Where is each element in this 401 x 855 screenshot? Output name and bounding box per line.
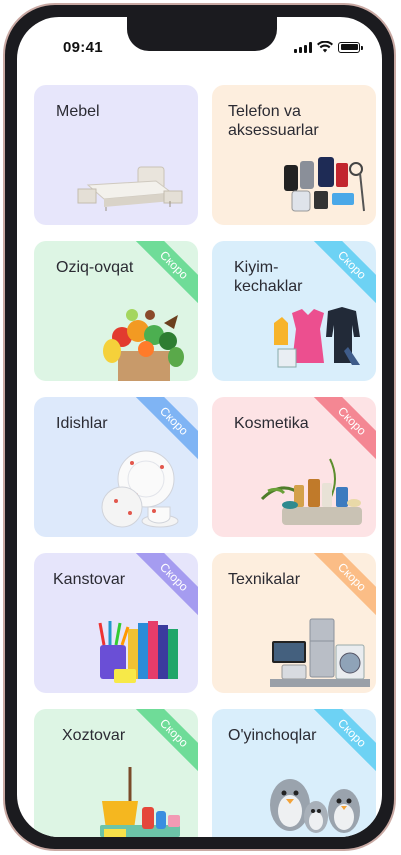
- app-screen: 09:41 Mebel Telefon va aksessuarlar Oziq…: [17, 17, 382, 837]
- status-time: 09:41: [63, 39, 103, 56]
- status-icons: [294, 41, 363, 53]
- category-label: Telefon va aksessuarlar: [228, 103, 319, 139]
- category-card-texnikalar[interactable]: Texnikalar Скоро: [212, 553, 376, 693]
- battery-icon: [338, 41, 363, 53]
- appliances-icon: [270, 618, 370, 687]
- clothes-icon: [274, 307, 360, 368]
- toys-icon: [270, 779, 360, 833]
- phones-icon: [284, 157, 365, 212]
- category-label: Xoztovar: [62, 727, 126, 744]
- category-card-idishlar[interactable]: Idishlar Скоро: [34, 397, 198, 537]
- category-label: Kanstovar: [53, 571, 126, 588]
- cosmetics-icon: [260, 458, 362, 525]
- cleaning-icon: [100, 767, 180, 837]
- category-label: Mebel: [56, 103, 100, 120]
- soon-ribbon: Скоро: [130, 553, 198, 621]
- bed-icon: [77, 166, 183, 211]
- category-label: Kiyim-kechaklar: [234, 259, 303, 295]
- wifi-icon: [317, 41, 333, 53]
- category-card-telefon[interactable]: Telefon va aksessuarlar: [212, 85, 376, 225]
- category-card-oyinchoqlar[interactable]: O'yinchoqlar Скоро: [212, 709, 376, 837]
- category-card-xoztovar[interactable]: Xoztovar Скоро: [34, 709, 198, 837]
- category-label: Oziq-ovqat: [56, 259, 134, 276]
- category-label: Texnikalar: [228, 571, 301, 588]
- soon-ribbon: Скоро: [308, 553, 376, 621]
- category-card-kanstovar[interactable]: Kanstovar Скоро: [34, 553, 198, 693]
- soon-ribbon: Скоро: [308, 709, 376, 777]
- phone-frame: 09:41 Mebel Telefon va aksessuarlar Oziq…: [3, 3, 396, 851]
- signal-icon: [294, 41, 312, 53]
- notch: [127, 17, 277, 51]
- category-card-oziq-ovqat[interactable]: Oziq-ovqat Скоро: [34, 241, 198, 381]
- stationery-icon: [98, 621, 178, 683]
- dishes-icon: [101, 450, 179, 528]
- soon-ribbon: Скоро: [308, 397, 376, 465]
- category-label: Idishlar: [56, 415, 108, 432]
- category-card-mebel[interactable]: Mebel: [34, 85, 198, 225]
- category-label: O'yinchoqlar: [228, 727, 317, 744]
- soon-ribbon: Скоро: [130, 241, 198, 309]
- category-label: Kosmetika: [234, 415, 309, 432]
- category-card-kosmetika[interactable]: Kosmetika Скоро: [212, 397, 376, 537]
- groceries-icon: [103, 309, 184, 381]
- category-card-kiyim-kechaklar[interactable]: Kiyim-kechaklar Скоро: [212, 241, 376, 381]
